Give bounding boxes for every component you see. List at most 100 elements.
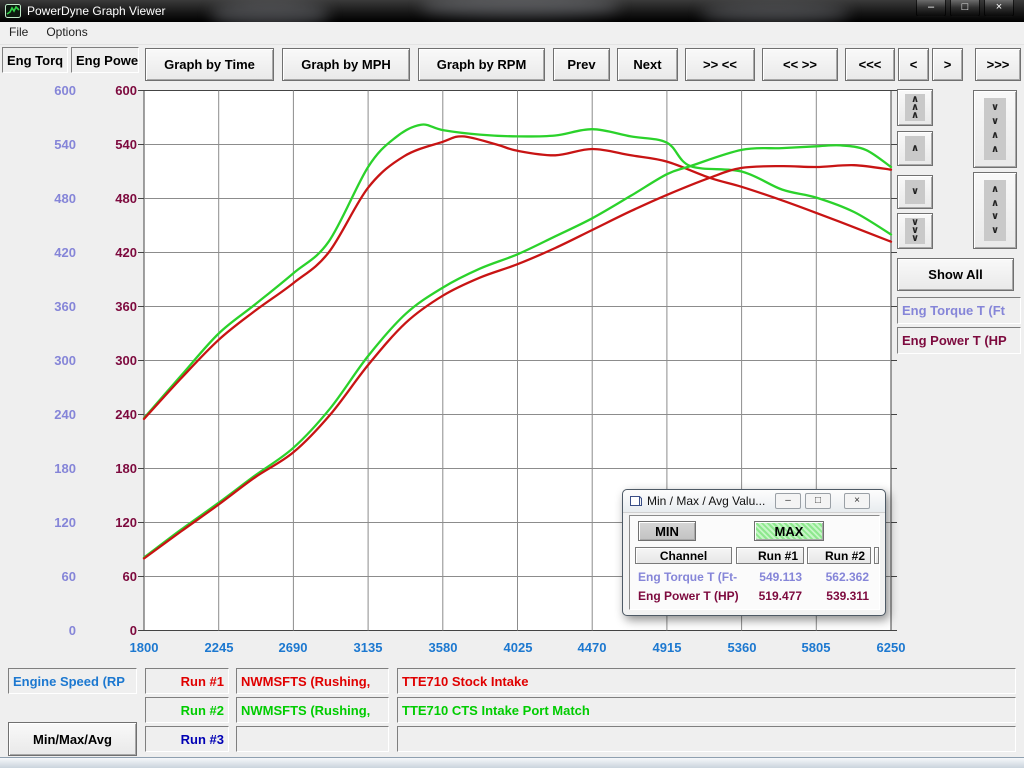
torque-tick-label: 0: [16, 623, 76, 639]
legend-description-box: TTE710 CTS Intake Port Match: [397, 697, 1016, 723]
rpm-tick-label: 3135: [338, 640, 398, 655]
expand-scale-button-glyph: ∧∧∨∨: [984, 180, 1006, 241]
power-tick-label: 600: [77, 83, 137, 99]
torque-axis-header: Eng Torq: [2, 47, 68, 73]
toolbar-button-next[interactable]: Next: [617, 48, 678, 81]
window-bottom-border: [0, 757, 1024, 768]
power-axis-header: Eng Powe: [71, 47, 139, 73]
toolbar-button-[interactable]: << >>: [762, 48, 838, 81]
power-tick-label: 540: [77, 137, 137, 153]
torque-channel-label: Eng Torque T (Ft: [897, 297, 1021, 324]
torque-tick-label: 180: [16, 461, 76, 477]
menu-bar: FileOptions: [0, 22, 1024, 45]
torque-tick-label: 540: [16, 137, 76, 153]
expand-scale-button[interactable]: ∧∧∨∨: [973, 172, 1017, 249]
power-channel-label: Eng Power T (HP: [897, 327, 1021, 354]
show-all-button[interactable]: Show All: [897, 258, 1014, 291]
legend-run-label: Run #1: [145, 668, 229, 694]
rpm-tick-label: 3580: [413, 640, 473, 655]
toolbar-button-graph-by-time[interactable]: Graph by Time: [145, 48, 274, 81]
toolbar-button-[interactable]: <: [898, 48, 929, 81]
close-icon[interactable]: ×: [984, 0, 1014, 17]
scroll-far-up-button-glyph: ∧∧∧: [905, 94, 925, 121]
minmax-window: Min / Max / Avg Valu... – □ × MIN MAX Ch…: [622, 489, 886, 616]
minmax-row-channel: Eng Torque T (Ft-: [638, 570, 748, 584]
scroll-down-button[interactable]: ∨: [897, 175, 933, 209]
torque-tick-label: 300: [16, 353, 76, 369]
maximize-icon[interactable]: □: [805, 493, 831, 509]
close-icon[interactable]: ×: [844, 493, 870, 509]
power-tick-label: 480: [77, 191, 137, 207]
maximize-icon[interactable]: □: [950, 0, 980, 17]
max-button[interactable]: MAX: [754, 521, 824, 541]
scroll-up-button-glyph: ∧: [905, 136, 925, 161]
torque-tick-label: 360: [16, 299, 76, 315]
toolbar-button-graph-by-mph[interactable]: Graph by MPH: [282, 48, 410, 81]
minimize-icon[interactable]: –: [775, 493, 801, 509]
legend-run-label: Run #3: [145, 726, 229, 752]
power-tick-label: 180: [77, 461, 137, 477]
power-tick-label: 300: [77, 353, 137, 369]
torque-tick-label: 480: [16, 191, 76, 207]
minmax-avg-button[interactable]: Min/Max/Avg: [8, 722, 137, 756]
x-channel-box: Engine Speed (RP: [8, 668, 137, 694]
rpm-tick-label: 4915: [637, 640, 697, 655]
legend-operator-box: NWMSFTS (Rushing,: [236, 697, 389, 723]
minmax-row-value: 539.311: [807, 589, 869, 603]
compress-scale-button-glyph: ∨∨∧∧: [984, 98, 1006, 160]
minmax-title-bar: Min / Max / Avg Valu... – □ ×: [623, 490, 885, 513]
channel-column-header[interactable]: Channel: [635, 547, 732, 564]
aero-glass-highlight: [210, 2, 330, 22]
app-icon: [5, 3, 21, 19]
legend-description-box: TTE710 Stock Intake: [397, 668, 1016, 694]
menu-file[interactable]: File: [0, 22, 37, 42]
power-tick-label: 60: [77, 569, 137, 585]
powerdyne-window: PowerDyne Graph Viewer – □ × FileOptions…: [0, 0, 1024, 768]
torque-tick-label: 240: [16, 407, 76, 423]
torque-tick-label: 420: [16, 245, 76, 261]
minmax-row-channel: Eng Power T (HP): [638, 589, 748, 603]
rpm-tick-label: 4470: [562, 640, 622, 655]
toolbar-button-[interactable]: >>>: [975, 48, 1021, 81]
minmax-body: MIN MAX Channel Run #1 Run #2 Eng Torque…: [629, 515, 880, 610]
run2-column-header[interactable]: Run #2: [807, 547, 871, 564]
toolbar-button-[interactable]: >: [932, 48, 963, 81]
title-bar: PowerDyne Graph Viewer – □ ×: [0, 0, 1024, 22]
rpm-tick-label: 2690: [263, 640, 323, 655]
min-button[interactable]: MIN: [638, 521, 696, 541]
run1-column-header[interactable]: Run #1: [736, 547, 804, 564]
window-title: PowerDyne Graph Viewer: [27, 4, 166, 18]
run3-column-sliver: [874, 547, 879, 564]
minmax-window-title: Min / Max / Avg Valu...: [647, 494, 781, 508]
rpm-tick-label: 1800: [114, 640, 174, 655]
legend-description-box: [397, 726, 1016, 752]
toolbar-button-[interactable]: <<<: [845, 48, 895, 81]
rpm-tick-label: 5805: [786, 640, 846, 655]
power-tick-label: 360: [77, 299, 137, 315]
aero-glass-highlight: [420, 0, 620, 18]
rpm-tick-label: 4025: [488, 640, 548, 655]
toolbar-button-[interactable]: >> <<: [685, 48, 755, 81]
scroll-far-up-button[interactable]: ∧∧∧: [897, 89, 933, 126]
aero-glass-highlight: [700, 4, 850, 22]
rpm-tick-label: 2245: [189, 640, 249, 655]
minmax-window-icon: [629, 494, 643, 508]
power-tick-label: 420: [77, 245, 137, 261]
toolbar-button-graph-by-rpm[interactable]: Graph by RPM: [418, 48, 545, 81]
power-tick-label: 120: [77, 515, 137, 531]
minmax-row-value: 549.113: [736, 570, 802, 584]
minmax-row-value: 519.477: [736, 589, 802, 603]
power-tick-label: 240: [77, 407, 137, 423]
power-tick-label: 0: [77, 623, 137, 639]
scroll-down-button-glyph: ∨: [905, 180, 925, 204]
rpm-tick-label: 6250: [861, 640, 921, 655]
torque-tick-label: 120: [16, 515, 76, 531]
scroll-up-button[interactable]: ∧: [897, 131, 933, 166]
torque-tick-label: 600: [16, 83, 76, 99]
minimize-icon[interactable]: –: [916, 0, 946, 17]
compress-scale-button[interactable]: ∨∨∧∧: [973, 90, 1017, 168]
menu-options[interactable]: Options: [37, 22, 96, 42]
toolbar-button-prev[interactable]: Prev: [553, 48, 610, 81]
legend-operator-box: NWMSFTS (Rushing,: [236, 668, 389, 694]
scroll-far-down-button[interactable]: ∨∨∨: [897, 213, 933, 249]
